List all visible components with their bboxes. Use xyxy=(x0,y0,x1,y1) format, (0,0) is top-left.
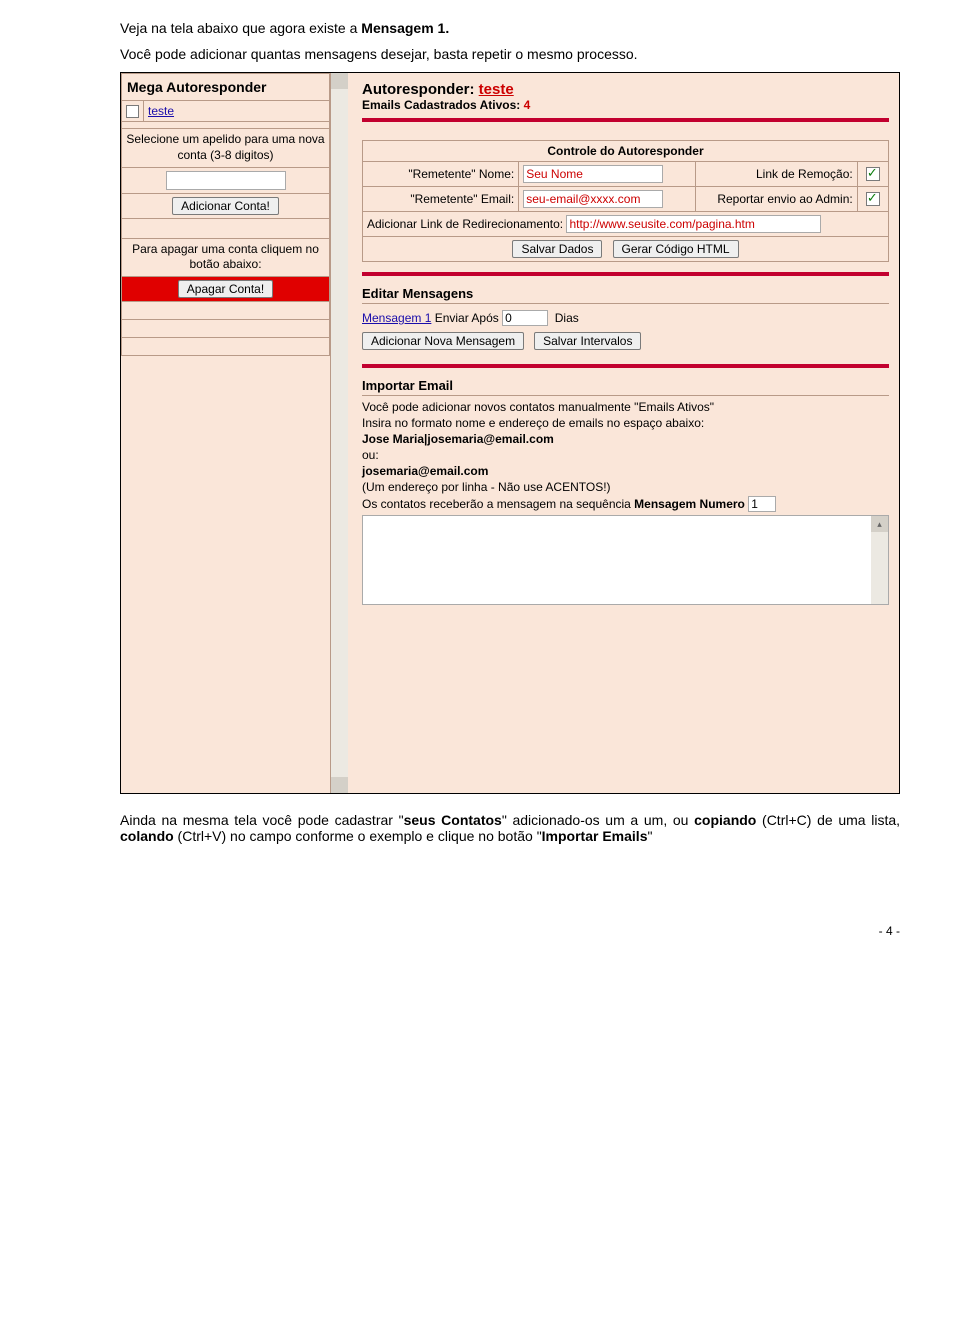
new-account-help: Selecione um apelido para uma nova conta… xyxy=(122,129,330,167)
page-number: - 4 - xyxy=(120,924,900,938)
save-data-button[interactable]: Salvar Dados xyxy=(512,240,602,258)
add-message-button[interactable]: Adicionar Nova Mensagem xyxy=(362,332,524,350)
import-header: Importar Email xyxy=(362,378,889,393)
import-section: Importar Email Você pode adicionar novos… xyxy=(362,378,889,605)
new-account-input[interactable] xyxy=(166,171,286,190)
import-line-2: Insira no formato nome e endereço de ema… xyxy=(362,416,889,430)
sidebar: Mega Autoresponder teste Selecione um ap… xyxy=(121,73,331,793)
import-textarea[interactable]: ▴ xyxy=(362,515,889,605)
sidebar-title: Mega Autoresponder xyxy=(122,74,330,101)
sender-email-label: "Remetente" Email: xyxy=(363,187,519,212)
save-intervals-button[interactable]: Salvar Intervalos xyxy=(534,332,641,350)
message-1-row: Mensagem 1 Enviar Após Dias xyxy=(362,308,889,328)
redirect-label: Adicionar Link de Redirecionamento: xyxy=(367,217,563,231)
account-link-teste[interactable]: teste xyxy=(148,104,174,118)
doc-intro-1: Veja na tela abaixo que agora existe a M… xyxy=(120,20,900,36)
control-table: Controle do Autoresponder "Remetente" No… xyxy=(362,140,889,262)
import-example-2: josemaria@email.com xyxy=(362,464,889,478)
control-header: Controle do Autoresponder xyxy=(363,141,889,162)
sidebar-scrollbar[interactable] xyxy=(331,73,348,793)
sender-name-input[interactable] xyxy=(523,165,663,183)
import-or: ou: xyxy=(362,448,889,462)
textarea-scroll-up-icon[interactable]: ▴ xyxy=(871,516,888,532)
removal-link-label: Link de Remoção: xyxy=(696,162,857,187)
screenshot-frame: Mega Autoresponder teste Selecione um ap… xyxy=(120,72,900,794)
import-seq: Os contatos receberão a mensagem na sequ… xyxy=(362,496,889,512)
report-admin-checkbox[interactable] xyxy=(866,192,880,206)
removal-link-checkbox[interactable] xyxy=(866,167,880,181)
redirect-input[interactable] xyxy=(566,215,821,233)
autoresponder-title: Autoresponder: teste xyxy=(362,81,889,98)
sender-email-input[interactable] xyxy=(523,190,663,208)
report-admin-label: Reportar envio ao Admin: xyxy=(696,187,857,212)
delete-account-button[interactable]: Apagar Conta! xyxy=(178,280,273,298)
import-line-1: Você pode adicionar novos contatos manua… xyxy=(362,400,889,414)
emails-count: Emails Cadastrados Ativos: 4 xyxy=(362,98,889,112)
doc-after-1: Ainda na mesma tela você pode cadastrar … xyxy=(120,812,900,844)
sender-name-label: "Remetente" Nome: xyxy=(363,162,519,187)
message-1-days-input[interactable] xyxy=(502,310,548,326)
message-1-link[interactable]: Mensagem 1 xyxy=(362,311,431,325)
add-account-button[interactable]: Adicionar Conta! xyxy=(172,197,279,215)
import-message-number[interactable] xyxy=(748,496,776,512)
delete-help: Para apagar uma conta cliquem no botão a… xyxy=(122,238,330,276)
edit-messages-header: Editar Mensagens xyxy=(362,286,889,301)
import-note: (Um endereço por linha - Não use ACENTOS… xyxy=(362,480,889,494)
main-panel: Autoresponder: teste Emails Cadastrados … xyxy=(348,73,899,793)
import-example-1: Jose Maria|josemaria@email.com xyxy=(362,432,889,446)
generate-html-button[interactable]: Gerar Código HTML xyxy=(613,240,739,258)
doc-intro-2: Você pode adicionar quantas mensagens de… xyxy=(120,46,900,62)
account-checkbox[interactable] xyxy=(126,105,139,118)
